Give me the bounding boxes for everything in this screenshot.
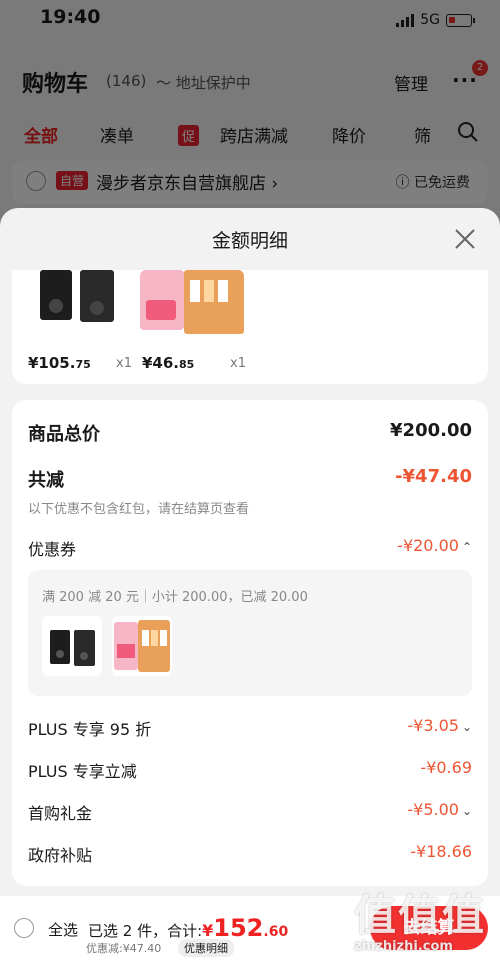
discount-label: 首购礼金 bbox=[28, 804, 93, 823]
discount-summary: 优惠减:¥47.40 bbox=[86, 942, 162, 955]
sheet-title: 金额明细 bbox=[211, 230, 288, 252]
price-decimal: 75 bbox=[75, 358, 91, 371]
discount-row[interactable]: 首购礼金 -¥5.00 ⌄ bbox=[28, 800, 472, 824]
price-decimal: 85 bbox=[179, 358, 195, 371]
discount-amount: -¥18.66 bbox=[410, 842, 472, 861]
discount-value: -¥3.05 ⌄ bbox=[407, 716, 472, 735]
selected-summary: 已选 2 件，合计:¥152.60 bbox=[88, 914, 288, 942]
discount-value: -¥5.00 ⌄ bbox=[407, 800, 472, 819]
total-reduce-value: -¥47.40 bbox=[395, 466, 472, 487]
discount-amount: -¥0.69 bbox=[420, 758, 472, 777]
coupon-detail-box: 满 200 减 20 元｜小计 200.00，已减 20.00 bbox=[28, 570, 472, 696]
discount-detail-button[interactable]: 优惠明细 bbox=[178, 939, 234, 957]
product-price: ¥46.85 bbox=[142, 354, 194, 372]
speaker-product-image bbox=[26, 270, 130, 338]
price-integer: ¥46. bbox=[142, 354, 180, 372]
coupon-description: 满 200 减 20 元｜小计 200.00，已减 20.00 bbox=[42, 590, 308, 605]
total-reduce-row: 共减 -¥47.40 bbox=[28, 466, 472, 492]
coupon-amount: -¥20.00 bbox=[397, 536, 459, 555]
discount-amount: -¥3.05 bbox=[407, 716, 459, 735]
checkout-button[interactable]: 去结算 bbox=[370, 906, 488, 950]
chevron-up-icon[interactable]: ⌃ bbox=[462, 540, 472, 554]
discount-row: PLUS 专享立减 -¥0.69 bbox=[28, 758, 472, 782]
discount-amount: -¥5.00 bbox=[407, 800, 459, 819]
discount-note: 以下优惠不包含红包，请在结算页查看 bbox=[28, 502, 250, 517]
coupon-row[interactable]: 优惠券 -¥20.00 ⌃ bbox=[28, 536, 472, 560]
total-price-row: 商品总价 ¥200.00 bbox=[28, 420, 472, 446]
price-integer: ¥105. bbox=[28, 354, 76, 372]
total-integer: 152 bbox=[213, 914, 264, 942]
coupon-label: 优惠券 bbox=[28, 540, 77, 559]
speaker-thumbnail bbox=[42, 616, 102, 676]
product-qty: x1 bbox=[230, 356, 246, 371]
discount-label: PLUS 专享 95 折 bbox=[28, 720, 152, 739]
amount-detail-sheet: 金额明细 ¥105.75 x1 ¥46.85 x1 商品总价 ¥200.00 共… bbox=[0, 208, 500, 960]
total-currency: ¥ bbox=[202, 921, 214, 940]
chevron-down-icon[interactable]: ⌄ bbox=[462, 720, 472, 734]
discount-label: PLUS 专享立减 bbox=[28, 762, 137, 781]
discount-row: 政府补贴 -¥18.66 bbox=[28, 842, 472, 866]
products-card: ¥105.75 x1 ¥46.85 x1 bbox=[12, 270, 488, 384]
chevron-down-icon[interactable]: ⌄ bbox=[462, 804, 472, 818]
gift-box-product-image bbox=[140, 270, 244, 338]
selected-count-text: 已选 2 件，合计: bbox=[88, 922, 203, 940]
close-icon[interactable] bbox=[454, 228, 476, 250]
product-price: ¥105.75 bbox=[28, 354, 91, 372]
select-all-label[interactable]: 全选 bbox=[48, 919, 78, 940]
coupon-value: -¥20.00 ⌃ bbox=[397, 536, 472, 555]
discount-label: 政府补贴 bbox=[28, 846, 93, 865]
discount-row[interactable]: PLUS 专享 95 折 -¥3.05 ⌄ bbox=[28, 716, 472, 740]
total-price-label: 商品总价 bbox=[28, 424, 100, 445]
total-reduce-label: 共减 bbox=[28, 470, 64, 491]
product-qty: x1 bbox=[116, 356, 132, 371]
total-decimal: .60 bbox=[263, 924, 289, 940]
gift-box-thumbnail bbox=[112, 616, 172, 676]
total-price-value: ¥200.00 bbox=[390, 420, 472, 441]
select-all-checkbox[interactable] bbox=[14, 918, 34, 938]
checkout-bar: 全选 已选 2 件，合计:¥152.60 优惠减:¥47.40 优惠明细 去结算 bbox=[0, 896, 500, 960]
amount-detail-card: 商品总价 ¥200.00 共减 -¥47.40 以下优惠不包含红包，请在结算页查… bbox=[12, 400, 488, 886]
